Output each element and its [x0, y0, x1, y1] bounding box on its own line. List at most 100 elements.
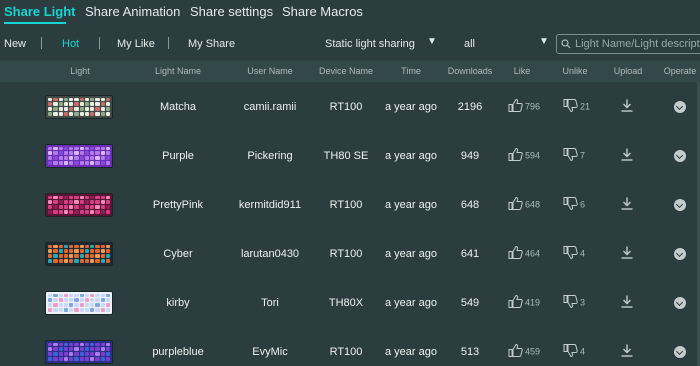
time-ago: a year ago: [385, 100, 437, 113]
user-name: camii.ramii: [243, 100, 297, 113]
download-icon[interactable]: [620, 196, 634, 213]
like-button[interactable]: 464: [508, 245, 540, 262]
table-row[interactable]: Matcha camii.ramii RT100 a year ago 2196 796 2…: [0, 82, 700, 131]
unlike-count: 21: [580, 101, 591, 112]
operate-expand-icon[interactable]: [674, 198, 686, 211]
table-row[interactable]: Cyber larutan0430 RT100 a year ago 641 464 4: [0, 229, 700, 278]
thumbs-up-icon: [508, 343, 523, 360]
unlike-button[interactable]: 4: [563, 245, 585, 262]
unlike-button[interactable]: 21: [563, 98, 590, 115]
like-button[interactable]: 459: [508, 343, 540, 360]
download-icon[interactable]: [620, 245, 634, 262]
unlike-button[interactable]: 4: [563, 343, 585, 360]
table-header: Light Light Name User Name Device Name T…: [0, 61, 700, 82]
tab-share-settings[interactable]: Share settings: [190, 4, 273, 19]
scope-select[interactable]: all: [464, 38, 475, 50]
share-type-select[interactable]: Static light sharing: [325, 38, 415, 50]
downloads-count: 949: [460, 149, 480, 162]
filter-my-share[interactable]: My Share: [188, 38, 235, 50]
table-row[interactable]: PrettyPink kermitdid911 RT100 a year ago 648…: [0, 180, 700, 229]
downloads-count: 641: [460, 247, 480, 260]
thumbs-down-icon: [563, 196, 578, 213]
unlike-count: 3: [580, 297, 586, 308]
operate-expand-icon[interactable]: [674, 149, 686, 162]
device-name: TH80X: [328, 296, 364, 309]
operate-expand-icon[interactable]: [674, 100, 686, 113]
time-ago: a year ago: [385, 296, 437, 309]
user-name: Tori: [261, 296, 279, 309]
unlike-button[interactable]: 3: [563, 294, 585, 311]
download-icon[interactable]: [620, 98, 634, 115]
download-icon[interactable]: [620, 343, 634, 360]
thumbs-down-icon: [563, 343, 578, 360]
user-name: larutan0430: [240, 247, 300, 260]
unlike-button[interactable]: 7: [563, 147, 585, 164]
header-device-name: Device Name: [318, 66, 374, 76]
light-preview-thumbnail[interactable]: [45, 241, 113, 266]
downloads-count: 648: [460, 198, 480, 211]
tab-share-animation[interactable]: Share Animation: [85, 4, 180, 19]
operate-expand-icon[interactable]: [674, 296, 686, 309]
downloads-count: 513: [460, 345, 480, 358]
table-row[interactable]: kirby Tori TH80X a year ago 549 419 3: [0, 278, 700, 327]
download-icon[interactable]: [620, 147, 634, 164]
downloads-count: 549: [460, 296, 480, 309]
thumbs-down-icon: [563, 147, 578, 164]
filter-hot[interactable]: Hot: [62, 38, 79, 50]
table-row[interactable]: purpleblue EvyMic RT100 a year ago 513 459 4: [0, 327, 700, 366]
header-light-name: Light Name: [154, 66, 202, 76]
like-button[interactable]: 419: [508, 294, 540, 311]
light-preview-thumbnail[interactable]: [45, 143, 113, 168]
search-icon: [561, 39, 571, 49]
user-name: kermitdid911: [238, 198, 302, 211]
light-preview-thumbnail[interactable]: [45, 290, 113, 315]
light-preview-thumbnail[interactable]: [45, 94, 113, 119]
like-count: 594: [525, 150, 541, 161]
download-icon[interactable]: [620, 294, 634, 311]
time-ago: a year ago: [385, 345, 437, 358]
divider: [168, 37, 169, 49]
filter-bar: New Hot My Like My Share Static light sh…: [0, 33, 700, 55]
like-button[interactable]: 648: [508, 196, 540, 213]
light-preview-thumbnail[interactable]: [45, 192, 113, 217]
chevron-down-icon[interactable]: ▼: [427, 36, 437, 47]
chevron-down-icon[interactable]: ▼: [539, 36, 549, 47]
operate-expand-icon[interactable]: [674, 247, 686, 260]
device-name: RT100: [329, 247, 363, 260]
tab-share-light[interactable]: Share Light: [4, 4, 76, 19]
like-count: 459: [525, 346, 541, 357]
like-count: 648: [525, 199, 541, 210]
device-name: RT100: [329, 198, 363, 211]
device-name: RT100: [329, 345, 363, 358]
like-button[interactable]: 796: [508, 98, 540, 115]
like-count: 796: [525, 101, 541, 112]
like-count: 464: [525, 248, 541, 259]
like-button[interactable]: 594: [508, 147, 540, 164]
unlike-count: 7: [580, 150, 586, 161]
thumbs-up-icon: [508, 98, 523, 115]
like-count: 419: [525, 297, 541, 308]
time-ago: a year ago: [385, 247, 437, 260]
time-ago: a year ago: [385, 149, 437, 162]
divider: [41, 37, 42, 49]
downloads-count: 2196: [457, 100, 483, 113]
filter-my-like[interactable]: My Like: [117, 38, 155, 50]
time-ago: a year ago: [385, 198, 437, 211]
thumbs-up-icon: [508, 147, 523, 164]
thumbs-down-icon: [563, 245, 578, 262]
search-box[interactable]: [556, 34, 700, 54]
table-row[interactable]: Purple Pickering TH80 SE a year ago 949 594 7: [0, 131, 700, 180]
top-nav: Share Light Share Animation Share settin…: [0, 0, 700, 26]
search-input[interactable]: [575, 38, 700, 50]
operate-expand-icon[interactable]: [674, 345, 686, 358]
unlike-count: 6: [580, 199, 586, 210]
header-like: Like: [513, 66, 531, 76]
unlike-button[interactable]: 6: [563, 196, 585, 213]
tab-share-macros[interactable]: Share Macros: [282, 4, 363, 19]
light-preview-thumbnail[interactable]: [45, 339, 113, 364]
filter-new[interactable]: New: [4, 38, 26, 50]
active-tab-underline: [4, 22, 66, 24]
header-time: Time: [401, 66, 421, 76]
light-name: Purple: [162, 149, 194, 162]
light-name: Matcha: [159, 100, 197, 113]
